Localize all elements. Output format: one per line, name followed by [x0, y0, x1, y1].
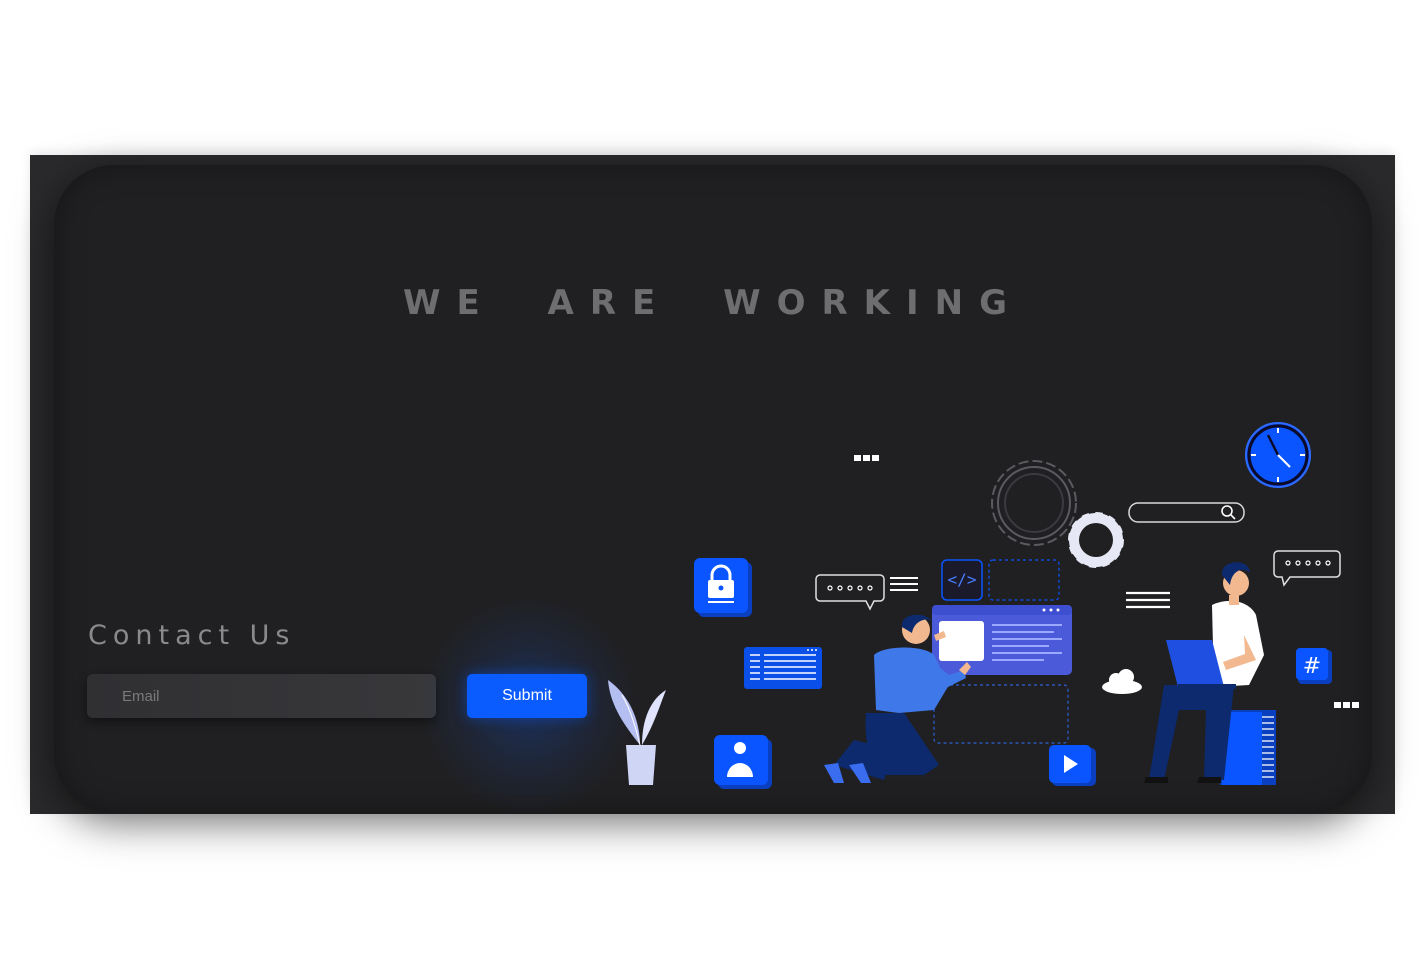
gear-icon	[1068, 512, 1124, 568]
chat-bubble-icon	[815, 574, 885, 611]
svg-text:#: #	[1303, 654, 1321, 679]
search-icon	[1128, 502, 1245, 523]
clock-icon	[1245, 422, 1311, 488]
text-lines-icon	[890, 577, 918, 591]
user-icon	[714, 735, 772, 789]
code-icon: </>	[941, 559, 983, 601]
play-icon	[1049, 745, 1096, 786]
hash-icon: #	[1296, 648, 1332, 684]
placeholder-box	[933, 684, 1069, 744]
gear-icon	[991, 460, 1077, 546]
lock-icon	[694, 558, 752, 617]
plant-icon	[608, 680, 666, 785]
browser-window	[932, 605, 1072, 675]
placeholder-box	[988, 559, 1060, 601]
working-illustration: </> #	[608, 422, 1359, 789]
cloud-icon	[1102, 669, 1142, 694]
list-card-icon	[744, 647, 822, 689]
page-frame: WE ARE WORKING Contact Us Submit	[30, 155, 1395, 815]
dots-icon	[1334, 702, 1359, 708]
svg-text:</>: </>	[948, 570, 977, 589]
dots-icon	[854, 455, 879, 461]
chat-bubble-icon	[1273, 550, 1341, 587]
text-lines-icon	[1126, 591, 1170, 609]
main-panel: WE ARE WORKING Contact Us Submit	[54, 165, 1372, 815]
